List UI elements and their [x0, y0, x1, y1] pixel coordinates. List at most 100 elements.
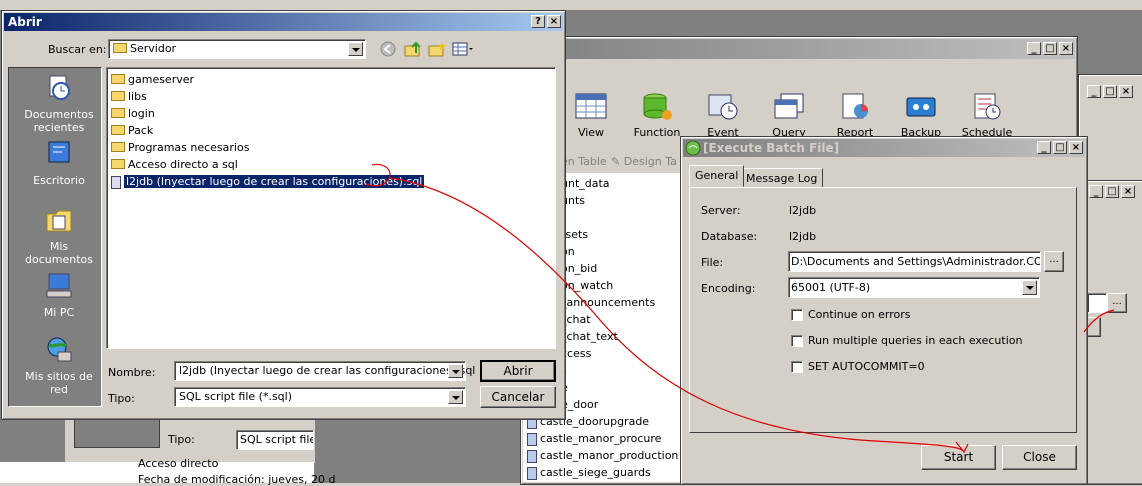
- look-in-combo[interactable]: Servidor: [108, 39, 366, 59]
- table-list-item[interactable]: on_watch: [561, 277, 613, 294]
- event-clock-icon: [708, 94, 738, 120]
- place-recent-documents-label: Documentos recientes: [24, 108, 94, 134]
- open-dialog-close-button[interactable]: ×: [547, 15, 561, 28]
- toolbar-view[interactable]: View: [561, 93, 621, 139]
- batch-minimize-button[interactable]: _: [1037, 141, 1051, 154]
- recent-documents-icon: [49, 75, 70, 100]
- tab-general[interactable]: General: [689, 165, 745, 187]
- cancel-button[interactable]: Cancelar: [480, 386, 556, 408]
- table-list-item-label: unt_data: [561, 177, 610, 190]
- table-list-item[interactable]: castle_manor_procure: [527, 430, 661, 447]
- design-table-tab[interactable]: ✎ Design Ta: [611, 155, 677, 168]
- folder-icon: [111, 108, 125, 118]
- start-button[interactable]: Start: [921, 445, 996, 470]
- right-window-1-minimize[interactable]: _: [1087, 85, 1101, 98]
- back-arrow-icon[interactable]: [380, 41, 396, 57]
- file-path-value: D:\Documents and Settings\Administrador.…: [791, 255, 1041, 268]
- right-window-dropdown[interactable]: [1087, 317, 1101, 337]
- place-my-documents[interactable]: Mis documentos: [17, 206, 101, 266]
- file-list-item[interactable]: login: [111, 105, 155, 122]
- folder-icon: [111, 74, 125, 84]
- desktop-icon: [48, 141, 70, 163]
- navicat-minimize-button[interactable]: _: [1027, 42, 1041, 55]
- open-file-dialog: Abrir ? × Buscar en: Servidor Documentos…: [1, 10, 566, 420]
- toolbar-backup[interactable]: Backup: [891, 93, 951, 139]
- file-list-item-label: Programas necesarios: [128, 141, 250, 154]
- right-window-2-close[interactable]: ×: [1121, 185, 1135, 198]
- table-icon: [527, 466, 537, 480]
- open-table-tab[interactable]: en Table: [561, 155, 607, 168]
- my-computer-icon: [46, 273, 72, 298]
- toolbar-function-label: Function: [633, 126, 681, 139]
- table-list-item[interactable]: _chat_text: [561, 328, 618, 345]
- place-my-computer[interactable]: Mi PC: [17, 272, 101, 319]
- database-label: Database:: [701, 230, 758, 243]
- toolbar-event[interactable]: Event: [693, 93, 753, 139]
- file-list-item[interactable]: gameserver: [111, 71, 194, 88]
- open-button[interactable]: Abrir: [480, 360, 556, 382]
- file-list-item[interactable]: Programas necesarios: [111, 139, 249, 156]
- view-menu-icon[interactable]: [452, 41, 474, 57]
- encoding-select[interactable]: 65001 (UTF-8): [788, 277, 1040, 298]
- right-window-browse-button[interactable]: ...: [1107, 293, 1127, 313]
- encoding-label: Encoding:: [701, 282, 756, 295]
- open-dialog-help-button[interactable]: ?: [531, 15, 545, 28]
- file-label: File:: [701, 256, 724, 269]
- right-window-1-maximize[interactable]: □: [1103, 85, 1117, 98]
- file-list-item-label: Pack: [128, 124, 154, 137]
- continue-on-errors-checkbox[interactable]: [791, 309, 803, 321]
- file-list-item[interactable]: l2jdb (Inyectar luego de crear las confi…: [111, 173, 426, 190]
- grid-view-icon: [575, 93, 607, 119]
- look-in-dropdown-arrow[interactable]: [348, 42, 363, 56]
- right-window-2-maximize[interactable]: □: [1105, 185, 1119, 198]
- toolbar-report[interactable]: Report: [825, 93, 885, 139]
- report-chart-icon: [842, 93, 868, 119]
- open-dialog-titlebar: Abrir: [4, 13, 563, 31]
- close-button[interactable]: Close: [1002, 445, 1077, 470]
- up-folder-icon[interactable]: [404, 41, 422, 57]
- folder-icon: [111, 142, 125, 152]
- file-name-value: l2jdb (Inyectar luego de crear las confi…: [179, 364, 476, 377]
- file-list[interactable]: gameserver libs login Pack Programas necesar…: [106, 67, 556, 349]
- file-list-item[interactable]: Acceso directo a sql: [111, 156, 238, 173]
- browse-file-button[interactable]: ...: [1044, 251, 1064, 272]
- old-info-line-1: Acceso directo: [138, 457, 219, 470]
- place-my-documents-label: Mis documentos: [25, 240, 93, 266]
- place-desktop[interactable]: Escritorio: [17, 140, 101, 187]
- right-window-input[interactable]: [1087, 293, 1107, 313]
- table-list-item[interactable]: _announcements: [561, 294, 655, 311]
- file-list-item-label: login: [128, 107, 155, 120]
- new-folder-icon[interactable]: [428, 41, 446, 57]
- file-type-dropdown-arrow[interactable]: [448, 390, 463, 404]
- table-list-item[interactable]: castle_siege_guards: [527, 464, 651, 481]
- batch-tab-panel: Server: l2jdb Database: l2jdb File: D:\D…: [689, 187, 1077, 433]
- set-autocommit-checkbox[interactable]: [791, 361, 803, 373]
- toolbar-function[interactable]: Function: [627, 93, 687, 139]
- table-list-item[interactable]: e_door: [561, 396, 598, 413]
- toolbar-query[interactable]: Query: [759, 93, 819, 139]
- batch-close-button[interactable]: ×: [1069, 141, 1083, 154]
- encoding-dropdown-arrow[interactable]: [1022, 280, 1037, 295]
- file-path-input[interactable]: D:\Documents and Settings\Administrador.…: [788, 251, 1041, 272]
- file-type-combo[interactable]: SQL script file (*.sql): [174, 387, 466, 407]
- tab-message-log[interactable]: Message Log: [740, 168, 824, 188]
- batch-maximize-button[interactable]: □: [1053, 141, 1067, 154]
- run-multiple-queries-checkbox[interactable]: [791, 335, 803, 347]
- table-list-item-label: castle_manor_procure: [540, 432, 662, 445]
- file-list-item[interactable]: Pack: [111, 122, 153, 139]
- navicat-maximize-button[interactable]: □: [1043, 42, 1057, 55]
- place-desktop-label: Escritorio: [33, 174, 85, 187]
- right-window-2-minimize[interactable]: _: [1089, 185, 1103, 198]
- toolbar-schedule[interactable]: Schedule: [957, 93, 1017, 139]
- table-list-item[interactable]: castle_manor_production: [527, 447, 678, 464]
- navicat-close-button[interactable]: ×: [1059, 42, 1073, 55]
- file-list-item[interactable]: libs: [111, 88, 147, 105]
- place-recent-documents[interactable]: Documentos recientes: [17, 74, 101, 134]
- file-name-dropdown-arrow[interactable]: [448, 364, 463, 378]
- place-network[interactable]: Mis sitios de red: [17, 336, 101, 396]
- file-name-combo[interactable]: l2jdb (Inyectar luego de crear las confi…: [174, 361, 475, 381]
- toolbar-view-label: View: [577, 126, 605, 139]
- table-list-item[interactable]: unt_data: [561, 175, 610, 192]
- right-window-1-close[interactable]: ×: [1119, 85, 1133, 98]
- table-list-item[interactable]: on_bid: [561, 260, 597, 277]
